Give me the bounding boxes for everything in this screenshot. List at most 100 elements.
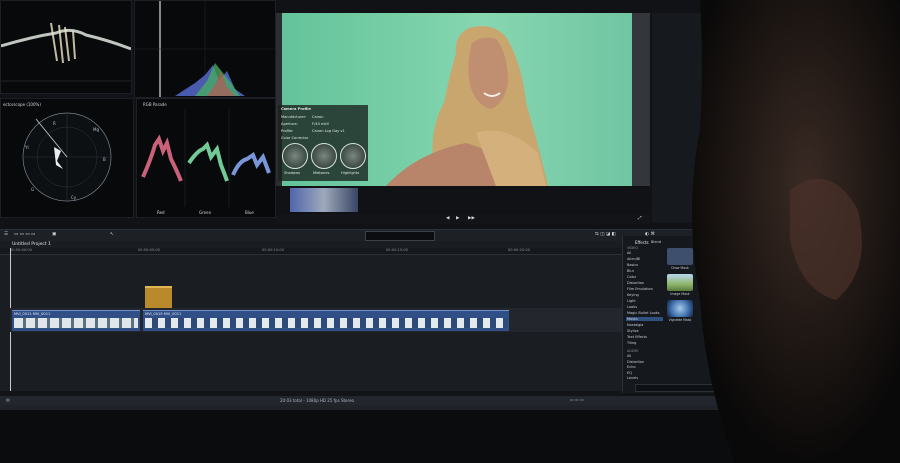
- effects-category-item[interactable]: Nostalgia: [626, 323, 663, 327]
- effects-category-item[interactable]: Film Emulation: [626, 287, 663, 291]
- effects-category-item[interactable]: Tiling: [626, 341, 663, 345]
- svg-text:R: R: [53, 121, 56, 126]
- inspector-row-value[interactable]: Canon: [312, 115, 323, 119]
- connected-title-clip[interactable]: [145, 286, 172, 309]
- audio-category-item[interactable]: EQ: [627, 371, 632, 375]
- wheel-label-shadows: Shadows: [284, 171, 301, 175]
- audio-section-heading: AUDIO: [627, 349, 639, 353]
- svg-text:B: B: [103, 157, 106, 162]
- timeline-panel[interactable]: Untitled Project 1 00:00:00:00 00:00:05:…: [0, 241, 622, 396]
- effect-thumbnail-vignette-mask[interactable]: [667, 300, 693, 317]
- effect-thumbnail-image-mask[interactable]: [667, 274, 693, 291]
- effects-browser: Effects Blend VIDEO All Alien/Bl Basics Blu…: [622, 236, 722, 393]
- inspector-row-value[interactable]: Canon Log Gay v1: [312, 129, 345, 133]
- audio-category-item[interactable]: Levels: [627, 376, 638, 380]
- monitor-bezel: [0, 405, 722, 410]
- svg-text:Cy: Cy: [71, 195, 77, 200]
- select-tool-icon[interactable]: ↖: [110, 232, 114, 237]
- effects-category-item[interactable]: Text Effects: [626, 335, 663, 339]
- previous-frame-icon[interactable]: ◀: [446, 216, 449, 221]
- effects-title: Effects: [635, 240, 649, 245]
- svg-text:G: G: [31, 187, 34, 192]
- audio-category-item[interactable]: Echo: [627, 365, 636, 369]
- effects-search-field[interactable]: [635, 384, 721, 392]
- highlights-color-wheel[interactable]: [340, 143, 366, 169]
- parade-channel-green: Green: [199, 210, 212, 215]
- ruler-timecode: 00:00:05:00: [138, 248, 160, 252]
- clip-filmstrip: [145, 318, 507, 328]
- viewer-controls-bar: ▶ ◀ ▶▶ ⤢: [276, 214, 650, 224]
- effects-category-item[interactable]: Blur: [626, 269, 663, 273]
- effects-category-item[interactable]: All: [626, 251, 663, 255]
- clip-appearance-icon[interactable]: ▤: [6, 397, 10, 402]
- clip-label: MVI_0019 MVI_0011: [145, 312, 182, 316]
- inspector-row-value[interactable]: F/40 mkII: [312, 122, 329, 126]
- rgb-parade-panel: RGB Parade Red Green Blue: [136, 98, 276, 218]
- timeline-status-bar: 20:03 total - 1080p HD 25 fps Stereo ▭ ▭…: [0, 396, 722, 405]
- effect-caption: Vignette Mask: [668, 318, 692, 322]
- effects-category-item[interactable]: Distortion: [626, 281, 663, 285]
- vectorscope-graticule: R Mg B Cy G Yl: [22, 112, 112, 202]
- video-clip[interactable]: MVI_0011 MVI_0011: [12, 310, 140, 331]
- inspector-header: Camera Profile: [281, 107, 311, 111]
- wheel-label-highlights: Highlights: [341, 171, 360, 175]
- timecode-display[interactable]: [365, 231, 435, 241]
- clip-label: MVI_0011 MVI_0011: [14, 312, 51, 316]
- play-button[interactable]: ▶: [456, 216, 459, 221]
- parade-channel-blue: Blue: [245, 210, 254, 215]
- ruler-timecode: 00:00:15:00: [386, 248, 408, 252]
- snapping-icon[interactable]: ⇆ ◫ ◪ ◧: [595, 232, 616, 237]
- ruler-timecode: 00:00:20:00: [508, 248, 530, 252]
- histogram-scope: [134, 0, 276, 98]
- audio-category-item[interactable]: All: [627, 354, 631, 358]
- fullscreen-icon[interactable]: ⤢: [638, 215, 642, 221]
- effects-category-item[interactable]: Basics: [626, 263, 663, 267]
- append-icon[interactable]: ▣: [52, 232, 56, 237]
- editor-monitor-screen: ectorscope (100%) R Mg B Cy G Yl RGB Par…: [0, 0, 722, 405]
- project-title: Untitled Project 1: [12, 242, 51, 247]
- waveform-scope: [0, 0, 132, 94]
- effects-category-item[interactable]: Light: [626, 299, 663, 303]
- rgb-parade-label: RGB Parade: [143, 102, 167, 107]
- project-summary: 20:03 total - 1080p HD 25 fps Stereo: [280, 398, 354, 403]
- ruler-timecode: 00:00:00:00: [10, 248, 32, 252]
- effects-category-item[interactable]: Alien/Bl: [626, 257, 663, 261]
- audio-category-item[interactable]: Distortion: [627, 360, 644, 364]
- shadows-color-wheel[interactable]: [282, 143, 308, 169]
- effects-category-item[interactable]: Magic Bullet Looks: [626, 311, 663, 315]
- edit-tools-icon[interactable]: ▭ ▭ ▭ ▭: [14, 232, 35, 237]
- color-inspector-overlay: Camera Profile Manufacturer: Canon Apert…: [278, 105, 368, 181]
- svg-text:Mg: Mg: [93, 127, 99, 132]
- inspector-side-panel: [652, 13, 722, 223]
- vectorscope-panel: ectorscope (100%) R Mg B Cy G Yl: [0, 98, 134, 218]
- effect-thumbnail-draw-mask[interactable]: [667, 248, 693, 265]
- svg-text:Yl: Yl: [24, 145, 29, 150]
- effects-category-item[interactable]: Keying: [626, 293, 663, 297]
- rgb-parade-traces: [141, 109, 271, 207]
- index-button[interactable]: ☰: [4, 232, 8, 237]
- midtones-color-wheel[interactable]: [311, 143, 337, 169]
- timeline-view-icons[interactable]: ▭ ▭ ▭: [570, 397, 584, 402]
- video-viewer[interactable]: Camera Profile Manufacturer: Canon Apert…: [276, 13, 650, 186]
- effects-tab[interactable]: Blend: [651, 240, 661, 244]
- ruler-timecode: 00:00:10:00: [262, 248, 284, 252]
- clip-filmstrip: [14, 318, 138, 328]
- waveform-trace: [0, 22, 132, 82]
- timeline-ruler[interactable]: 00:00:00:00 00:00:05:00 00:00:10:00 00:0…: [0, 248, 622, 255]
- parade-channel-red: Red: [157, 210, 165, 215]
- video-clip[interactable]: MVI_0019 MVI_0011: [143, 310, 509, 331]
- vectorscope-label: ectorscope (100%): [3, 102, 41, 107]
- effects-category-item[interactable]: Stylize: [626, 329, 663, 333]
- viewer-thumbnail-strip: [290, 188, 358, 212]
- effects-category-item[interactable]: Color: [626, 275, 663, 279]
- viewer-right-edge: [632, 13, 650, 186]
- effects-category-item[interactable]: Masks: [626, 317, 663, 321]
- effect-caption: Draw Mask: [671, 266, 689, 270]
- effect-caption: Image Mask: [670, 292, 690, 296]
- video-section-heading: VIDEO: [627, 246, 639, 250]
- effects-category-item[interactable]: Looks: [626, 305, 663, 309]
- next-frame-icon[interactable]: ▶▶: [468, 216, 475, 221]
- color-corrector-heading: Color Corrector: [281, 136, 309, 140]
- inspector-row-label: Profile:: [281, 129, 294, 133]
- timeline-toolbar: ☰ ▭ ▭ ▭ ▭ ▣ ↖ ⇆ ◫ ◪ ◧ ◐ ⌘: [0, 229, 722, 241]
